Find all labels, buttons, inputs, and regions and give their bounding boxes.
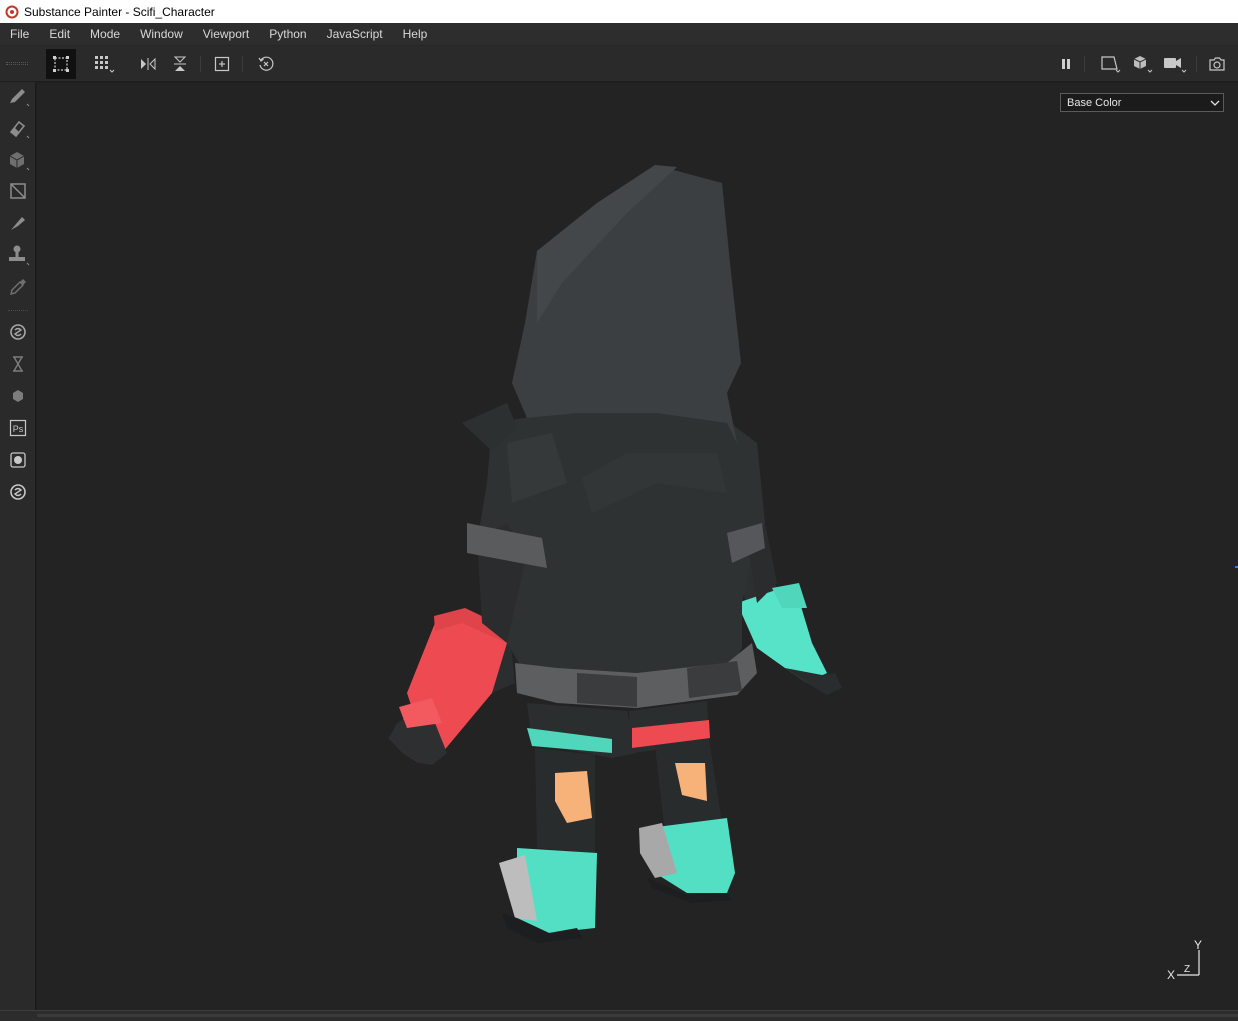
- menu-mode[interactable]: Mode: [80, 23, 130, 46]
- color-picker-tool-button[interactable]: [5, 275, 31, 301]
- toolbar-separator: [1084, 56, 1085, 72]
- bottom-scrollbar[interactable]: [0, 1010, 1238, 1021]
- smudge-icon: [7, 212, 29, 237]
- toolbar-grip[interactable]: [6, 62, 28, 65]
- menu-viewport[interactable]: Viewport: [193, 23, 259, 46]
- pause-button[interactable]: [1051, 49, 1081, 79]
- bake-button[interactable]: [5, 352, 31, 378]
- eraser-tool-button[interactable]: [5, 116, 31, 142]
- menu-help[interactable]: Help: [393, 23, 438, 46]
- pause-icon: [1059, 57, 1073, 71]
- toolbar-separator: [200, 56, 201, 72]
- menu-python[interactable]: Python: [259, 23, 316, 46]
- svg-text:Ps: Ps: [13, 424, 24, 434]
- chevron-down-icon: [1207, 99, 1223, 107]
- view-3d-button[interactable]: [1128, 49, 1158, 79]
- axis-gizmo: Y X Z: [1162, 938, 1212, 986]
- color-picker-icon: [7, 276, 29, 301]
- tool-separator: [8, 310, 28, 311]
- view-2d-icon: [1099, 54, 1123, 74]
- bake-icon: [8, 354, 28, 377]
- window-title: Substance Painter - Scifi_Character: [24, 4, 215, 19]
- paint-tool-button[interactable]: [5, 84, 31, 110]
- settings-button[interactable]: [5, 480, 31, 506]
- clone-tool-button[interactable]: [5, 243, 31, 269]
- grid-mode-button[interactable]: [90, 49, 120, 79]
- axis-y-label: Y: [1194, 938, 1203, 952]
- tool-sidebar: Ps: [0, 82, 36, 1010]
- photoshop-icon: Ps: [8, 418, 28, 441]
- toolbar-separator: [1196, 56, 1197, 72]
- viewport-toolbar: [0, 46, 1238, 82]
- toolbar-separator: [242, 56, 243, 72]
- view-3d-cube-icon: [1131, 54, 1155, 74]
- screenshot-icon: [1208, 56, 1226, 72]
- menu-window[interactable]: Window: [130, 23, 193, 46]
- scrollbar-track: [37, 1014, 1238, 1017]
- select-mode-button[interactable]: [46, 49, 76, 79]
- mirror-y-button[interactable]: [165, 49, 195, 79]
- channel-dropdown[interactable]: Base Color: [1060, 93, 1224, 112]
- mirror-y-icon: [172, 55, 188, 73]
- mirror-x-button[interactable]: [133, 49, 163, 79]
- channel-dropdown-value: Base Color: [1067, 96, 1122, 109]
- reset-camera-button[interactable]: [251, 49, 281, 79]
- reset-camera-icon: [257, 55, 275, 73]
- substance-3d-button[interactable]: [5, 384, 31, 410]
- mirror-x-icon: [139, 56, 157, 72]
- camera-icon: [1162, 54, 1188, 74]
- select-mode-icon: [52, 55, 70, 73]
- camera-button[interactable]: [1160, 49, 1190, 79]
- menu-bar: File Edit Mode Window Viewport Python Ja…: [0, 23, 1238, 46]
- polygon-fill-tool-button[interactable]: [5, 179, 31, 205]
- material-ball-button[interactable]: [5, 448, 31, 474]
- smudge-tool-button[interactable]: [5, 211, 31, 237]
- substance-source-button[interactable]: [5, 320, 31, 346]
- title-bar: Substance Painter - Scifi_Character: [0, 0, 1238, 23]
- projection-icon: [6, 148, 30, 175]
- substance-painter-logo-icon: [4, 4, 20, 20]
- grid-mode-icon: [93, 54, 117, 74]
- 3d-viewport[interactable]: Base Color Y X Z: [37, 83, 1238, 1010]
- eraser-icon: [6, 116, 30, 143]
- substance-3d-icon: [8, 386, 28, 409]
- menu-edit[interactable]: Edit: [39, 23, 80, 46]
- polygon-fill-icon: [7, 180, 29, 205]
- screenshot-button[interactable]: [1202, 49, 1232, 79]
- paint-brush-icon: [6, 84, 30, 111]
- substance-source-icon: [8, 322, 28, 345]
- material-ball-icon: [8, 450, 28, 473]
- add-frame-button[interactable]: [207, 49, 237, 79]
- menu-javascript[interactable]: JavaScript: [317, 23, 393, 46]
- axis-x-label: X: [1167, 968, 1176, 982]
- photoshop-export-button[interactable]: Ps: [5, 416, 31, 442]
- add-frame-icon: [214, 56, 230, 72]
- clone-stamp-icon: [6, 243, 30, 270]
- character-model[interactable]: [37, 83, 1238, 1010]
- axis-z-label: Z: [1184, 964, 1191, 975]
- menu-file[interactable]: File: [0, 23, 39, 46]
- settings-icon: [8, 482, 28, 505]
- view-2d-button[interactable]: [1096, 49, 1126, 79]
- projection-tool-button[interactable]: [5, 148, 31, 174]
